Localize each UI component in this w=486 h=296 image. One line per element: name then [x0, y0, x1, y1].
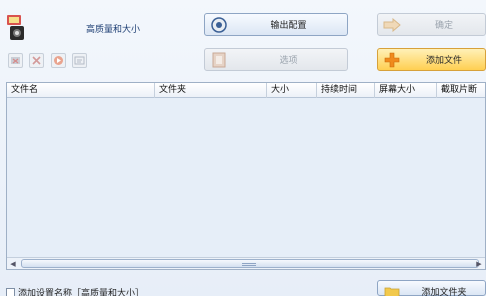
- scroll-left-icon[interactable]: ◀: [7, 258, 19, 269]
- play-icon[interactable]: [51, 53, 66, 68]
- add-folder-label: 添加文件夹: [421, 288, 467, 296]
- confirm-label: 确定: [434, 21, 453, 31]
- add-file-label: 添加文件: [425, 56, 462, 66]
- output-config-label: 输出配置: [270, 21, 307, 31]
- remove-icon[interactable]: [8, 53, 23, 68]
- video-profile-icon: [6, 14, 28, 42]
- profile-name: 高质量和大小: [86, 25, 141, 35]
- column-header-size[interactable]: 大小: [267, 83, 317, 98]
- horizontal-scrollbar[interactable]: ◀ ▶: [7, 257, 485, 269]
- options-button[interactable]: 选项: [204, 48, 348, 71]
- confirm-button[interactable]: 确定: [377, 13, 486, 36]
- column-header-screen-size[interactable]: 屏幕大小: [375, 83, 437, 98]
- plus-icon: [381, 51, 403, 69]
- scrollbar-thumb[interactable]: [21, 259, 479, 268]
- folder-icon: [381, 283, 403, 296]
- column-header-filename[interactable]: 文件名: [7, 83, 155, 98]
- scroll-right-icon[interactable]: ▶: [473, 258, 485, 269]
- column-header-duration[interactable]: 持续时间: [317, 83, 375, 98]
- add-setting-name-checkbox[interactable]: [6, 288, 15, 296]
- file-table[interactable]: 文件名 文件夹 大小 持续时间 屏幕大小 截取片断 ◀ ▶: [6, 82, 486, 270]
- add-setting-name-label: 添加设置名称［高质量和大小］: [18, 289, 145, 296]
- column-header-folder[interactable]: 文件夹: [155, 83, 267, 98]
- output-config-button[interactable]: 输出配置: [204, 13, 348, 36]
- column-header-clip[interactable]: 截取片断: [437, 83, 485, 98]
- info-icon[interactable]: [72, 53, 87, 68]
- config-disc-icon: [208, 16, 230, 34]
- add-folder-button[interactable]: 添加文件夹: [377, 280, 486, 296]
- clear-icon[interactable]: [29, 53, 44, 68]
- table-header: 文件名 文件夹 大小 持续时间 屏幕大小 截取片断: [7, 83, 485, 98]
- options-label: 选项: [279, 56, 298, 66]
- film-icon: [208, 51, 230, 69]
- arrow-right-icon: [381, 16, 403, 34]
- add-file-button[interactable]: 添加文件: [377, 48, 486, 71]
